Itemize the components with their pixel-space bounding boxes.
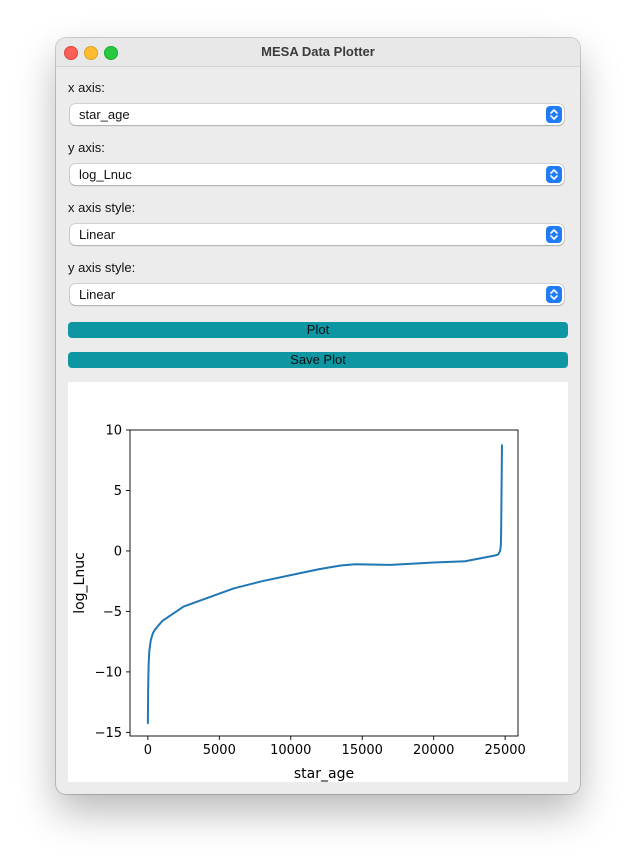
x-tick-label: 25000 <box>484 743 525 758</box>
y-tick-label: 10 <box>105 424 122 439</box>
y-tick-label: −5 <box>103 605 122 620</box>
x-axis-style-label: x axis style: <box>68 200 136 215</box>
chevron-updown-icon <box>546 226 562 243</box>
chevron-updown-icon <box>546 166 562 183</box>
chevron-updown-icon <box>546 106 562 123</box>
x-tick-label: 0 <box>144 743 152 758</box>
line-chart: 0 5000 10000 15000 20000 25000 −15 −10 −5 0 5 10 sta… <box>72 424 526 783</box>
x-axis-selected-value: star_age <box>79 107 130 122</box>
y-axis-style-select[interactable]: Linear <box>70 284 564 305</box>
x-axis-label: x axis: <box>68 80 105 95</box>
window-title: MESA Data Plotter <box>261 44 375 59</box>
y-tick-label: −10 <box>95 665 122 680</box>
x-axis-style-select[interactable]: Linear <box>70 224 564 245</box>
x-tick-label: 15000 <box>342 743 383 758</box>
plot-frame <box>129 429 519 737</box>
y-axis-selected-value: log_Lnuc <box>79 167 132 182</box>
y-axis-style-selected-value: Linear <box>79 287 116 302</box>
y-tick-label: 0 <box>114 544 122 559</box>
main-window: MESA Data Plotter x axis: star_age y axi… <box>56 38 580 794</box>
x-axis-style-selected-value: Linear <box>79 227 116 242</box>
x-tick-label: 10000 <box>270 743 311 758</box>
x-axis-select[interactable]: star_age <box>70 104 564 125</box>
y-tick-label: −15 <box>95 726 122 741</box>
y-tick-label: 5 <box>114 484 122 499</box>
y-axis-title: log_Lnuc <box>72 552 88 614</box>
plot-canvas: 0 5000 10000 15000 20000 25000 −15 −10 −5 0 5 10 sta… <box>68 382 568 782</box>
title-bar: MESA Data Plotter <box>56 38 580 67</box>
x-axis-title: star_age <box>294 766 354 782</box>
y-axis-style-label: y axis style: <box>68 260 136 275</box>
plot-button[interactable]: Plot <box>68 322 568 338</box>
x-tick-label: 5000 <box>203 743 236 758</box>
x-tick-label: 20000 <box>413 743 454 758</box>
save-plot-button[interactable]: Save Plot <box>68 352 568 368</box>
chevron-updown-icon <box>546 286 562 303</box>
y-axis-label: y axis: <box>68 140 105 155</box>
y-axis-select[interactable]: log_Lnuc <box>70 164 564 185</box>
